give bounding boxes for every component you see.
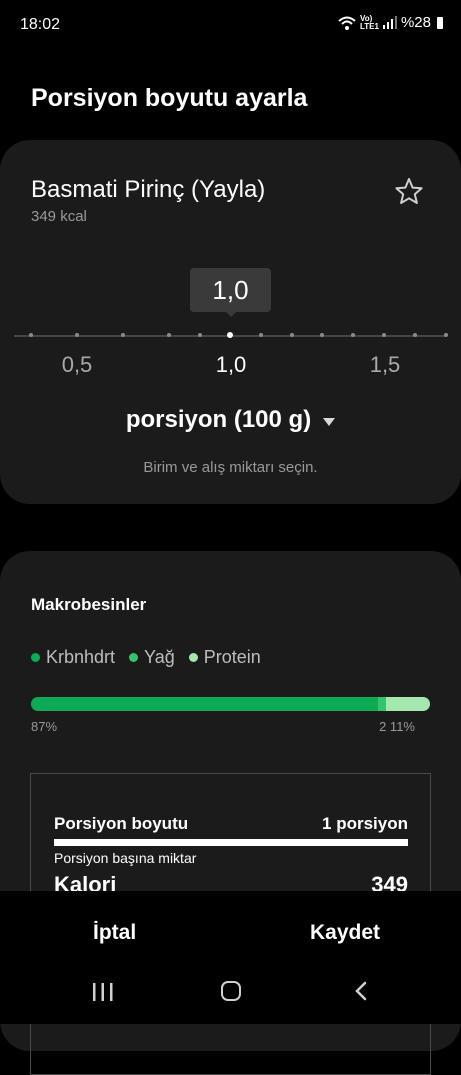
slider-dot	[198, 333, 202, 337]
bottom-bar: İptal Kaydet	[0, 891, 461, 1024]
per-serving-label: Porsiyon başına miktar	[54, 850, 197, 866]
legend-item-protein: Protein	[188, 647, 261, 668]
battery-icon	[437, 16, 443, 29]
serving-size-value: 1 porsiyon	[322, 814, 408, 833]
back-icon[interactable]	[352, 981, 372, 1001]
food-kcal: 349 kcal	[31, 208, 87, 225]
portion-card: Basmati Pirinç (Yayla) 349 kcal 1,0 0,5 …	[0, 140, 461, 504]
macros-title: Makrobesinler	[31, 595, 147, 614]
macro-segment-carbs	[31, 697, 379, 711]
status-time: 18:02	[20, 16, 61, 33]
legend-label: Krbnhdrt	[46, 647, 116, 667]
current-value-bubble: 1,0	[190, 268, 271, 312]
slider-dot	[444, 333, 448, 337]
save-button[interactable]: Kaydet	[310, 921, 380, 945]
slider-dot	[75, 333, 79, 337]
recent-apps-icon[interactable]	[90, 983, 116, 1001]
legend-item-fat: Yağ	[129, 647, 175, 668]
serving-size-label: Porsiyon boyutu	[54, 814, 189, 833]
page-title: Porsiyon boyutu ayarla	[31, 84, 308, 112]
tick-label-active: 1,0	[215, 352, 247, 377]
unit-selector[interactable]: porsiyon (100 g)	[0, 406, 461, 434]
slider-dot	[320, 333, 324, 337]
legend-dot-icon	[31, 653, 40, 662]
lte-label: LTE1	[360, 21, 379, 31]
unit-label[interactable]: porsiyon (100 g)	[126, 406, 311, 434]
slider-dot	[259, 333, 263, 337]
slider-dot	[121, 333, 125, 337]
legend-dot-icon	[188, 653, 198, 662]
serving-size-row: Porsiyon boyutu 1 porsiyon	[54, 814, 408, 834]
macro-segment-fat	[378, 697, 387, 711]
macro-percent-right: 2 11%	[379, 719, 415, 734]
macro-segment-protein	[386, 697, 430, 711]
legend-dot-icon	[129, 653, 139, 662]
status-bar: 18:02 Vo) LTE1 %28	[0, 0, 461, 50]
macro-percent-left: 87%	[31, 719, 58, 734]
slider-dot	[29, 333, 33, 337]
slider-dot	[382, 333, 386, 337]
legend-label: Yağ	[144, 647, 175, 667]
slider-dot	[351, 333, 355, 337]
nutrition-divider	[54, 839, 408, 846]
slider-dot	[290, 333, 294, 337]
macros-bar	[31, 697, 430, 711]
signal-icon	[382, 16, 397, 29]
caret-down-icon[interactable]	[323, 417, 336, 426]
cancel-button[interactable]: İptal	[93, 921, 136, 945]
legend-label: Protein	[203, 647, 261, 667]
slider-dot	[413, 333, 417, 337]
legend-item-carbs: Krbnhdrt	[31, 647, 115, 668]
macros-legend: Krbnhdrt Yağ Protein	[31, 647, 261, 668]
unit-hint: Birim ve alış miktarı seçin.	[143, 459, 318, 476]
food-name: Basmati Pirinç (Yayla)	[31, 176, 266, 203]
star-icon[interactable]	[393, 176, 425, 208]
home-icon[interactable]	[221, 981, 241, 1001]
status-icons: Vo) LTE1 %28	[338, 14, 443, 31]
slider-dot	[167, 333, 171, 337]
tick-label: 0,5	[61, 352, 93, 377]
bubble-pointer	[224, 310, 238, 317]
battery-percent: %28	[400, 14, 431, 31]
slider-dot-active	[227, 332, 233, 338]
volte-lte-indicator: Vo) LTE1	[360, 14, 379, 31]
tick-label: 1,5	[369, 352, 401, 377]
wifi-icon	[338, 16, 356, 30]
